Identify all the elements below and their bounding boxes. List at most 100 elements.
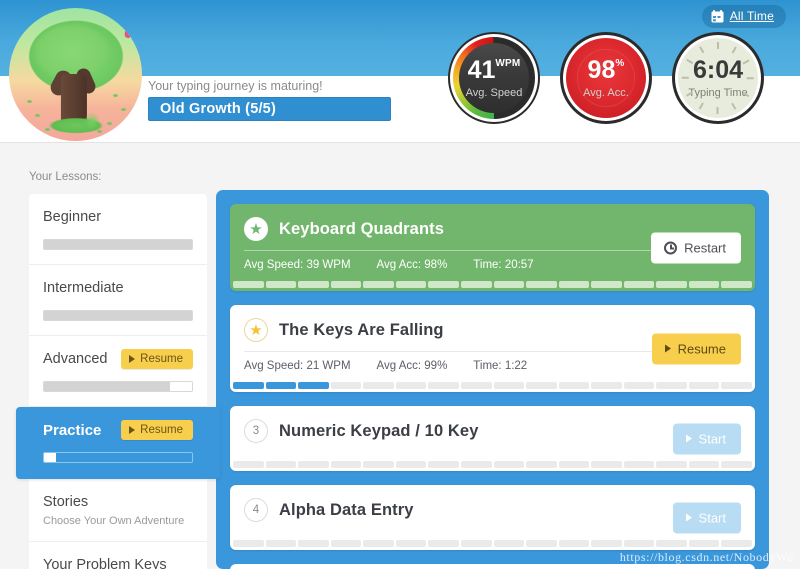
lesson-resume-button[interactable]: Resume	[651, 333, 741, 364]
speed-value-group: 41 WPM	[467, 55, 521, 84]
progress-segment	[526, 461, 557, 468]
progress-segment	[493, 540, 525, 547]
lesson-start-button[interactable]: Start	[672, 423, 741, 454]
lesson-title: Alpha Data Entry	[279, 500, 414, 519]
sidebar-item-beginner[interactable]: Beginner	[29, 194, 207, 265]
progress-segment	[558, 281, 590, 288]
progress-segment	[688, 382, 720, 389]
lesson-card[interactable]: ★ The Keys Are Falling Avg Speed: 21 WPM Av…	[230, 305, 755, 392]
sidebar-resume-button[interactable]: Resume	[121, 419, 193, 440]
progress-segment	[363, 540, 394, 547]
speedometer-face: 41 WPM Avg. Speed	[459, 43, 529, 113]
sidebar-progress-fill	[44, 453, 56, 463]
clock-tick	[699, 46, 705, 54]
lesson-action-label: Resume	[677, 341, 726, 356]
progress-segment	[656, 461, 687, 468]
restart-clock-icon	[664, 241, 678, 254]
clock-tick	[717, 42, 719, 49]
progress-segment	[233, 382, 264, 389]
progress-segment	[721, 540, 752, 547]
progress-segment	[656, 281, 687, 288]
play-icon	[685, 434, 692, 443]
play-icon	[664, 344, 671, 353]
progress-segment	[460, 382, 492, 389]
lesson-card[interactable]: 5	[230, 564, 755, 569]
speed-unit: WPM	[495, 57, 521, 69]
your-lessons-heading: Your Lessons:	[29, 171, 102, 183]
sidebar-item-advanced[interactable]: Advanced Resume	[29, 335, 207, 407]
time-value: 6:04	[692, 55, 744, 84]
lessons-sidebar: Beginner Intermediate Advanced Resume Practi…	[16, 194, 220, 569]
sidebar-item-intermediate[interactable]: Intermediate	[29, 264, 207, 336]
progress-segment	[526, 382, 557, 389]
lesson-card[interactable]: 3 Numeric Keypad / 10 Key Start	[230, 406, 755, 471]
time-label: Typing Time	[688, 86, 748, 99]
lesson-progress-bar	[230, 382, 755, 392]
progress-segment	[460, 461, 492, 468]
time-value-group: 6:04	[692, 55, 744, 84]
lesson-stat-speed: Avg Speed: 21 WPM	[244, 360, 351, 372]
speed-value: 41	[467, 55, 496, 84]
progress-segment	[493, 382, 525, 389]
progress-segment	[558, 461, 590, 468]
lesson-progress-bar	[230, 281, 755, 291]
lesson-spacer	[244, 443, 741, 451]
play-icon	[129, 354, 136, 363]
progress-segment	[330, 382, 362, 389]
stat-gauge-accuracy: 98 % Avg. Acc.	[560, 32, 652, 124]
sidebar-progress-fill	[44, 310, 192, 320]
progress-segment	[298, 540, 329, 547]
progress-segment	[395, 540, 427, 547]
growth-level-bar: Old Growth (5/5)	[148, 97, 391, 121]
progress-segment	[233, 461, 264, 468]
progress-segment	[265, 461, 297, 468]
progress-segment	[233, 540, 264, 547]
progress-segment	[428, 540, 459, 547]
lesson-card[interactable]: ★ Keyboard Quadrants Avg Speed: 39 WPM Avg …	[230, 204, 755, 291]
lesson-start-button[interactable]: Start	[672, 502, 741, 533]
lesson-progress-bar	[230, 461, 755, 471]
progress-segment	[493, 461, 525, 468]
progress-segment	[591, 281, 622, 288]
sidebar-item-your-problem-keys[interactable]: Your Problem KeysTop Problem Keys: X, O,…	[29, 542, 207, 569]
progress-segment	[265, 382, 297, 389]
journey-message: Your typing journey is maturing!	[148, 79, 323, 93]
progress-segment	[591, 540, 622, 547]
lesson-action-label: Start	[698, 510, 726, 525]
sidebar-item-label: Intermediate	[43, 279, 124, 296]
all-time-button[interactable]: All Time	[701, 5, 786, 28]
sidebar-resume-label: Resume	[140, 423, 183, 436]
stat-gauge-speed: 41 WPM Avg. Speed	[448, 32, 540, 124]
progress-segment	[330, 540, 362, 547]
progress-segment	[233, 281, 264, 288]
sidebar-progress-bar	[43, 380, 193, 392]
sidebar-item-practice[interactable]: Practice Resume	[16, 406, 220, 480]
sidebar-item-label: Beginner	[43, 209, 102, 225]
lesson-number: 4	[252, 504, 260, 516]
lesson-stat-speed: Avg Speed: 39 WPM	[244, 259, 351, 271]
clock-tick	[717, 107, 719, 114]
all-time-label: All Time	[729, 9, 774, 23]
clock-tick	[742, 59, 750, 65]
app-root: All Time Your typing journey is maturing…	[0, 0, 800, 569]
lesson-card[interactable]: 4 Alpha Data Entry Start	[230, 485, 755, 550]
lesson-spacer	[244, 522, 741, 530]
clock-tick	[699, 102, 705, 110]
progress-segment	[688, 461, 720, 468]
lesson-restart-button[interactable]: Restart	[651, 232, 741, 263]
sidebar-item-stories[interactable]: Stories Choose Your Own Adventure	[29, 479, 207, 543]
lesson-title: The Keys Are Falling	[279, 320, 444, 339]
progress-segment	[265, 281, 297, 288]
progress-segment	[558, 382, 590, 389]
progress-segment	[688, 540, 720, 547]
progress-segment	[656, 540, 687, 547]
progress-segment	[298, 281, 329, 288]
progress-segment	[330, 461, 362, 468]
stat-gauge-time: 6:04 Typing Time	[672, 32, 764, 124]
sidebar-resume-button[interactable]: Resume	[121, 348, 193, 369]
clock-tick	[747, 77, 754, 79]
star-outline-icon: ★	[244, 318, 268, 342]
progress-segment	[428, 281, 459, 288]
progress-segment	[526, 281, 557, 288]
clock-tick	[731, 102, 737, 110]
